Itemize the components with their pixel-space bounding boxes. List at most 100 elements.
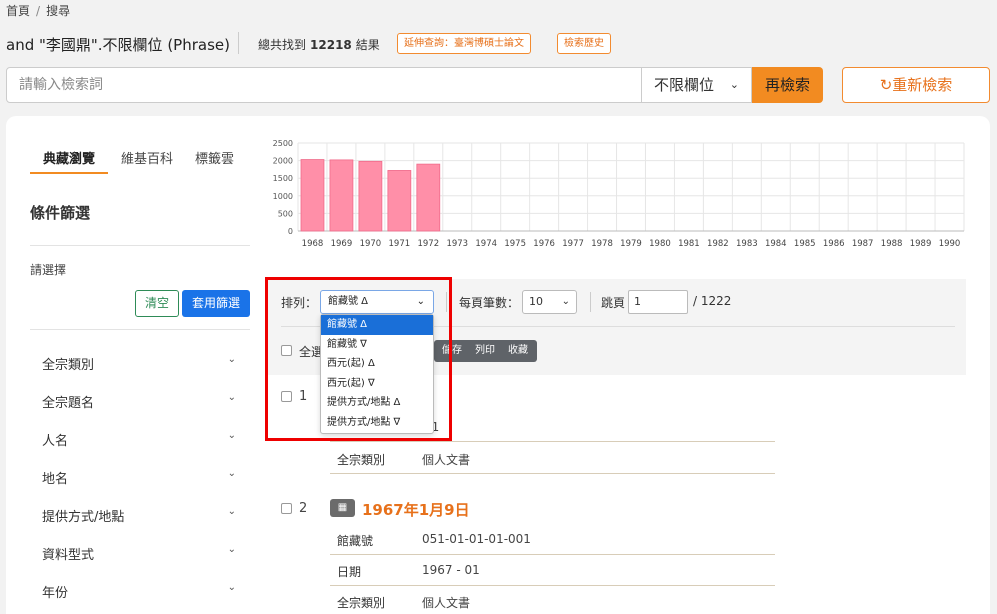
y-tick-label: 0: [288, 227, 293, 236]
x-tick-label: 1986: [823, 239, 845, 249]
facet-label: 地名: [42, 472, 69, 487]
x-tick-label: 1972: [417, 239, 439, 249]
chevron-down-icon: ⌄: [227, 354, 236, 365]
per-page-label: 每頁筆數：: [459, 296, 520, 310]
per-page-select[interactable]: 10 ⌄: [522, 290, 577, 314]
bar-1972[interactable]: [416, 163, 441, 232]
record-title[interactable]: 1967年1月9日: [362, 499, 470, 520]
chevron-down-icon: ⌄: [729, 78, 739, 91]
x-tick-label: 1977: [562, 239, 584, 249]
x-tick-label: 1976: [533, 239, 555, 249]
x-tick-label: 1969: [331, 239, 353, 249]
x-tick-label: 1989: [910, 239, 932, 249]
breadcrumb-separator: /: [36, 4, 41, 18]
x-tick-label: 1985: [794, 239, 816, 249]
apply-filter-button[interactable]: 套用篩選: [182, 290, 250, 317]
x-tick-label: 1984: [765, 239, 787, 249]
highlight-box: [265, 277, 452, 441]
facet-label: 人名: [42, 434, 69, 449]
search-history-button[interactable]: 檢索歷史: [557, 33, 611, 54]
facet-fonds-title[interactable]: 全宗題名 ⌄: [42, 392, 236, 411]
chevron-down-icon: ⌄: [227, 468, 236, 479]
record-checkbox[interactable]: [281, 503, 292, 514]
x-tick-label: 1987: [852, 239, 874, 249]
facet-access-location[interactable]: 提供方式/地點 ⌄: [42, 506, 236, 525]
bar-1968[interactable]: [300, 159, 325, 232]
divider: [30, 245, 250, 246]
result-count-prefix: 總共找到: [258, 38, 307, 52]
page-total: / 1222: [693, 294, 732, 308]
jump-page-input[interactable]: 1: [628, 290, 688, 314]
meta-key: 全宗類別: [337, 596, 386, 610]
result-count-suffix: 結果: [355, 38, 380, 52]
x-tick-label: 1980: [649, 239, 671, 249]
y-tick-label: 1500: [273, 174, 293, 183]
chevron-down-icon: ⌄: [227, 506, 236, 517]
meta-key: 館藏號: [337, 534, 374, 548]
toolbar-divider: [590, 292, 591, 312]
meta-key: 全宗類別: [337, 453, 386, 467]
clear-filter-button[interactable]: 清空: [135, 290, 179, 317]
facet-year[interactable]: 年份 ⌄: [42, 582, 236, 601]
facet-fonds-category[interactable]: 全宗類別 ⌄: [42, 354, 236, 373]
print-button[interactable]: 列印: [470, 340, 502, 362]
search-again-button[interactable]: 再檢索: [752, 67, 823, 103]
tab-wikipedia[interactable]: 維基百科: [121, 148, 173, 167]
facet-material-type[interactable]: 資料型式 ⌄: [42, 544, 236, 563]
favorite-button[interactable]: 收藏: [502, 340, 537, 362]
x-tick-label: 1978: [591, 239, 613, 249]
meta-value: 1967 - 01: [422, 563, 480, 577]
y-tick-label: 2500: [273, 139, 293, 148]
field-select-value: 不限欄位: [654, 76, 715, 94]
tab-tag-cloud[interactable]: 標籤雲: [195, 148, 234, 167]
year-distribution-chart: 0 500 1000 1500 2000 2500 1968 1969 1970 1971 197…: [273, 139, 965, 249]
field-select[interactable]: 不限欄位 ⌄: [642, 67, 752, 103]
x-tick-label: 1983: [736, 239, 758, 249]
meta-divider: [330, 585, 775, 586]
extend-query-button[interactable]: 延伸查詢：臺灣博碩士論文: [397, 33, 531, 54]
bar-1970[interactable]: [358, 160, 383, 232]
x-tick-label: 1970: [360, 239, 382, 249]
facet-label: 資料型式: [42, 548, 95, 563]
reset-search-label: 重新檢索: [892, 76, 953, 94]
x-tick-label: 1975: [504, 239, 526, 249]
chevron-down-icon: ⌄: [227, 544, 236, 555]
facet-label: 年份: [42, 586, 69, 601]
x-tick-label: 1971: [389, 239, 411, 249]
result-count: 總共找到 12218 結果: [258, 36, 380, 53]
filter-title: 條件篩選: [30, 204, 91, 222]
chevron-down-icon: ⌄: [227, 392, 236, 403]
x-tick-label: 1982: [707, 239, 729, 249]
choose-label: 請選擇: [30, 263, 67, 277]
bar-1969[interactable]: [329, 159, 354, 232]
meta-value: 051-01-01-01-001: [422, 532, 531, 546]
tab-collection-browse[interactable]: 典藏瀏覽: [43, 148, 95, 167]
breadcrumb-current: 搜尋: [46, 4, 71, 18]
meta-divider: [330, 473, 775, 474]
query-title: and "李國鼎".不限欄位 (Phrase): [6, 36, 230, 54]
y-tick-label: 1000: [273, 192, 293, 201]
active-tab-indicator: [30, 172, 108, 174]
facet-label: 全宗題名: [42, 396, 95, 411]
y-tick-label: 500: [278, 209, 293, 218]
x-tick-label: 1981: [678, 239, 700, 249]
x-tick-label: 1973: [446, 239, 468, 249]
facet-place-name[interactable]: 地名 ⌄: [42, 468, 236, 487]
refresh-icon: ↻: [879, 76, 893, 94]
header-divider: [238, 32, 239, 54]
search-input[interactable]: 請輸入檢索詞: [6, 67, 642, 103]
breadcrumb-home[interactable]: 首頁: [6, 4, 30, 18]
x-tick-label: 1974: [475, 239, 497, 249]
chevron-down-icon: ⌄: [561, 296, 570, 307]
chevron-down-icon: ⌄: [227, 430, 236, 441]
x-tick-label: 1988: [881, 239, 903, 249]
chevron-down-icon: ⌄: [227, 582, 236, 593]
record-number: 2: [299, 501, 308, 516]
facet-label: 提供方式/地點: [42, 510, 125, 525]
bar-1971[interactable]: [387, 170, 412, 232]
y-tick-label: 2000: [273, 157, 293, 166]
facet-person-name[interactable]: 人名 ⌄: [42, 430, 236, 449]
reset-search-button[interactable]: ↻重新檢索: [842, 67, 990, 103]
meta-key: 日期: [337, 565, 362, 579]
per-page-value: 10: [529, 295, 543, 308]
